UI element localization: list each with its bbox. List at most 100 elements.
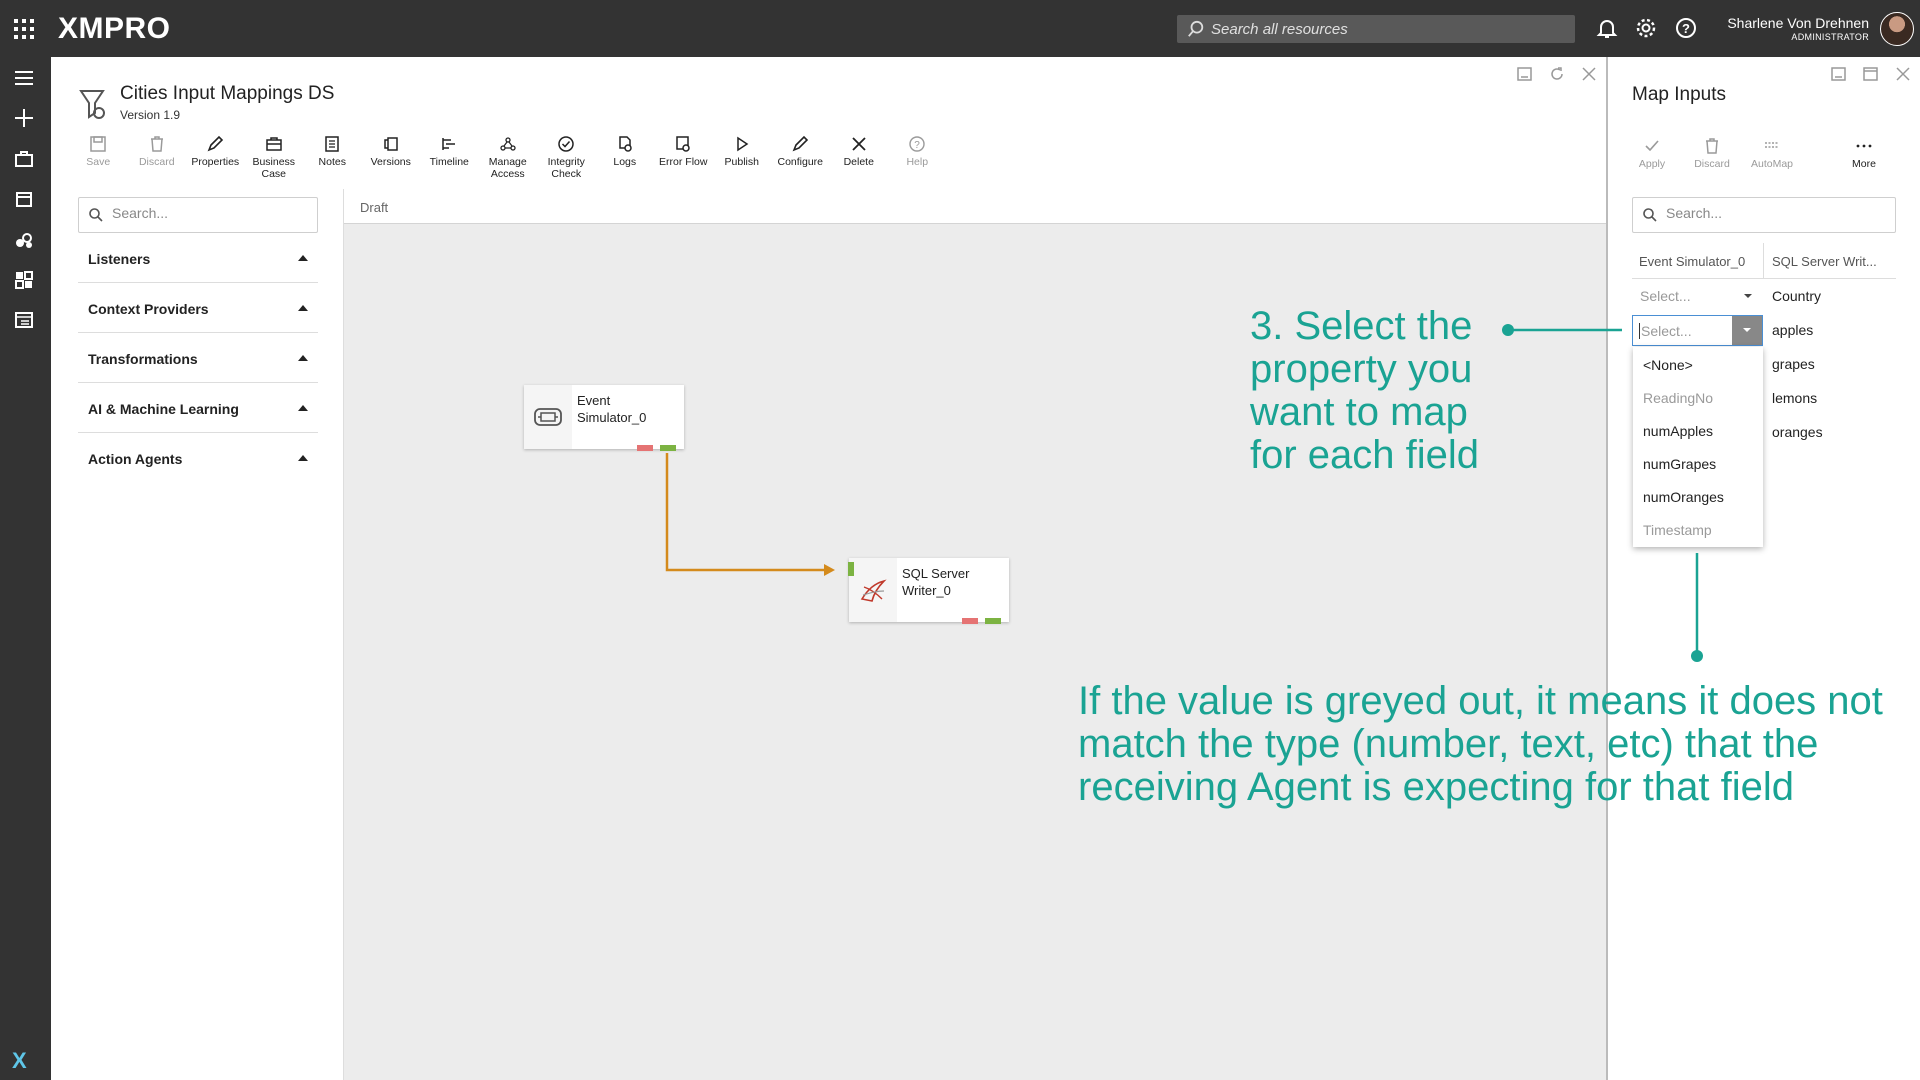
more-button[interactable]: More <box>1834 137 1894 170</box>
error-port[interactable] <box>962 618 978 624</box>
calendar-icon[interactable] <box>13 188 35 210</box>
annotation-line: 3. Select the <box>1250 304 1473 348</box>
dropdown-option[interactable]: numApples <box>1643 423 1713 439</box>
minimize-icon[interactable] <box>1830 65 1848 83</box>
source-select[interactable]: Select... <box>1632 279 1764 313</box>
dropdown-toggle-button[interactable] <box>1732 316 1762 345</box>
properties-label: Properties <box>191 156 240 168</box>
top-bar: XMPRO Search all resources ? Sharlene Vo… <box>0 0 1920 57</box>
dropdown-option[interactable]: <None> <box>1643 357 1693 373</box>
search-icon <box>89 208 103 222</box>
dashboard-icon[interactable] <box>13 269 35 291</box>
timeline-button[interactable]: Timeline <box>420 135 479 187</box>
avatar[interactable] <box>1880 12 1914 46</box>
search-icon <box>1188 20 1204 37</box>
xmpro-logo-icon: X <box>12 1048 27 1073</box>
briefcase-icon[interactable] <box>13 148 35 170</box>
recommendations-icon[interactable] <box>13 309 35 331</box>
delete-button[interactable]: Delete <box>830 135 889 187</box>
node-sql-server-writer[interactable]: SQL Server Writer_0 <box>848 558 1009 624</box>
dropdown-option[interactable]: numOranges <box>1643 489 1724 505</box>
category-context-providers[interactable]: Context Providers <box>78 283 318 333</box>
source-select-open[interactable]: Select... <box>1632 315 1763 346</box>
configure-button[interactable]: Configure <box>771 135 830 187</box>
error-port[interactable] <box>637 445 653 451</box>
logs-button[interactable]: Logs <box>596 135 655 187</box>
add-icon[interactable] <box>13 107 35 129</box>
maximize-icon[interactable] <box>1862 65 1880 83</box>
category-ai-ml[interactable]: AI & Machine Learning <box>78 383 318 433</box>
notes-button[interactable]: Notes <box>303 135 362 187</box>
discard-button[interactable]: Discard <box>128 135 187 187</box>
input-port[interactable] <box>848 562 854 576</box>
discard-mapping-button[interactable]: Discard <box>1682 137 1742 170</box>
node-icon-area <box>849 558 897 622</box>
global-search[interactable]: Search all resources <box>1177 15 1575 43</box>
mapping-search[interactable] <box>1632 197 1896 233</box>
target-field: grapes <box>1772 356 1815 372</box>
category-listeners[interactable]: Listeners <box>78 233 318 283</box>
notes-icon <box>325 136 339 152</box>
sql-server-icon <box>860 579 887 602</box>
agent-library-pane: Listeners Context Providers Transformati… <box>51 189 343 1080</box>
category-label: Context Providers <box>88 301 209 317</box>
gear-icon[interactable] <box>1634 16 1658 40</box>
help-button[interactable]: ? Help <box>888 135 947 187</box>
mapping-search-input[interactable] <box>1666 205 1886 221</box>
close-icon[interactable] <box>1894 65 1912 83</box>
timeline-icon <box>442 138 456 150</box>
app-launcher-icon[interactable] <box>14 19 34 39</box>
datastream-designer: Cities Input Mappings DS Version 1.9 Sav… <box>51 57 1607 1080</box>
node-event-simulator[interactable]: Event Simulator_0 <box>524 385 684 451</box>
data-streams-icon[interactable] <box>13 229 35 251</box>
user-info[interactable]: Sharlene Von Drehnen ADMINISTRATOR <box>1727 15 1869 42</box>
publish-label: Publish <box>724 156 759 168</box>
publish-button[interactable]: Publish <box>713 135 772 187</box>
library-search-input[interactable] <box>112 205 312 221</box>
node-label: SQL Server Writer_0 <box>902 566 970 598</box>
mapping-table-header: Event Simulator_0 SQL Server Writ... <box>1632 243 1896 279</box>
apply-button[interactable]: Apply <box>1622 137 1682 170</box>
page-title: Cities Input Mappings DS <box>120 83 335 104</box>
minimize-icon[interactable] <box>1516 65 1534 83</box>
logs-icon <box>619 136 632 152</box>
manage-access-button[interactable]: Manage Access <box>479 135 538 187</box>
table-row: Select... Country <box>1632 279 1896 313</box>
apply-label: Apply <box>1638 158 1666 170</box>
connection-line[interactable] <box>665 453 826 572</box>
target-column-header: SQL Server Writ... <box>1772 254 1877 269</box>
refresh-icon[interactable] <box>1548 65 1566 83</box>
versions-button[interactable]: Versions <box>362 135 421 187</box>
properties-button[interactable]: Properties <box>186 135 245 187</box>
annotation-step-3: 3. Select the property you want to map f… <box>1250 305 1479 477</box>
automap-label: AutoMap <box>1750 158 1794 170</box>
save-icon <box>90 136 106 152</box>
brand-logo[interactable]: XMPRO <box>58 12 171 46</box>
library-search[interactable] <box>78 197 318 233</box>
automap-button[interactable]: AutoMap <box>1742 137 1802 170</box>
select-placeholder: Select... <box>1639 323 1692 339</box>
hamburger-menu-icon[interactable] <box>13 67 35 89</box>
category-label: Action Agents <box>88 451 183 467</box>
output-port[interactable] <box>660 445 676 451</box>
help-icon[interactable]: ? <box>1674 16 1698 40</box>
category-transformations[interactable]: Transformations <box>78 333 318 383</box>
dropdown-option[interactable]: numGrapes <box>1643 456 1716 472</box>
chevron-down-icon <box>1743 328 1751 332</box>
target-field: apples <box>1772 322 1814 338</box>
category-action-agents[interactable]: Action Agents <box>78 433 318 483</box>
bell-icon[interactable] <box>1595 16 1619 40</box>
save-button[interactable]: Save <box>69 135 128 187</box>
svg-text:?: ? <box>914 140 920 151</box>
play-icon <box>737 136 749 152</box>
business-case-button[interactable]: Business Case <box>245 135 304 187</box>
integrity-check-button[interactable]: Integrity Check <box>537 135 596 187</box>
user-name: Sharlene Von Drehnen <box>1727 15 1869 31</box>
close-icon[interactable] <box>1580 65 1598 83</box>
version-label: Version 1.9 <box>120 108 181 122</box>
versions-icon <box>384 137 398 151</box>
user-role: ADMINISTRATOR <box>1791 32 1869 42</box>
output-port[interactable] <box>985 618 1001 624</box>
save-label: Save <box>86 156 111 168</box>
error-flow-button[interactable]: Error Flow <box>654 135 713 187</box>
